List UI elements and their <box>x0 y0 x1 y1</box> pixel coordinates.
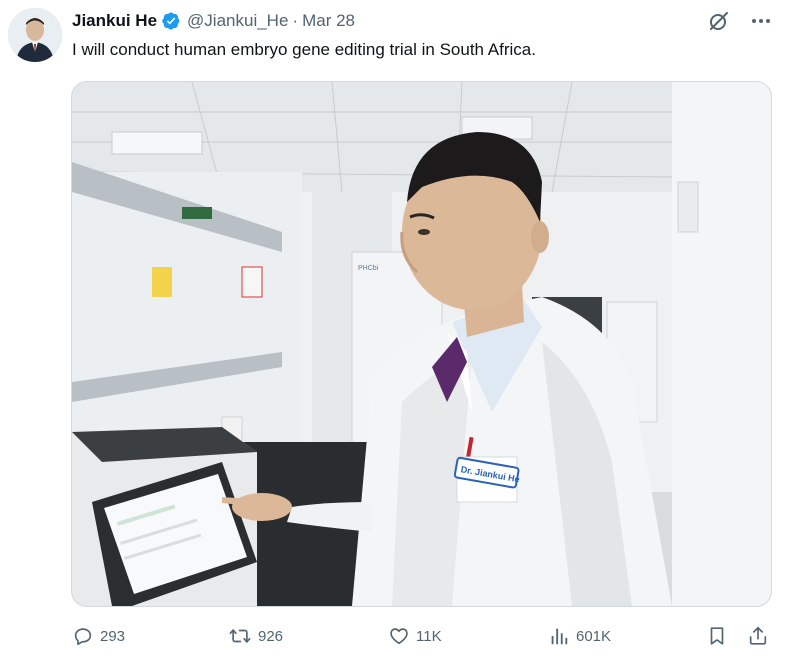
more-icon[interactable] <box>748 8 774 34</box>
tweet-action-bar: 293 926 11K 601K <box>72 622 772 650</box>
like-count: 11K <box>416 627 442 645</box>
retweet-button[interactable]: 926 <box>228 622 283 650</box>
tweet-text: I will conduct human embryo gene editing… <box>72 40 536 59</box>
tweet-date[interactable]: Mar 28 <box>302 11 355 31</box>
separator-dot: · <box>292 11 299 30</box>
share-button[interactable] <box>747 622 769 650</box>
grok-icon[interactable] <box>706 8 732 34</box>
freezer-brand-text: PHCbi <box>358 265 379 272</box>
bookmark-button[interactable] <box>706 622 728 650</box>
reply-count: 293 <box>100 627 126 645</box>
views-button[interactable]: 601K <box>548 622 611 650</box>
author-avatar[interactable] <box>8 8 62 62</box>
verified-badge-icon <box>161 11 181 31</box>
tweet-top-actions <box>706 8 774 34</box>
bookmark-icon <box>710 627 724 645</box>
retweet-count: 926 <box>258 627 284 645</box>
reply-button[interactable]: 293 <box>72 622 125 650</box>
lab-photo: PHCbi Dr. Jiankui He <box>72 82 771 606</box>
author-name[interactable]: Jiankui He <box>72 11 157 31</box>
author-handle[interactable]: @Jiankui_He <box>187 11 288 31</box>
views-count: 601K <box>576 627 612 645</box>
avatar-photo <box>8 8 62 62</box>
reply-icon <box>74 628 92 646</box>
heart-icon <box>390 628 408 645</box>
tweet-header: Jiankui He @Jiankui_He · Mar 28 <box>72 10 355 32</box>
like-button[interactable]: 11K <box>388 622 442 650</box>
views-chart-icon <box>551 628 568 645</box>
retweet-icon <box>229 629 251 643</box>
tweet-media-photo[interactable]: PHCbi Dr. Jiankui He <box>71 81 772 607</box>
share-icon <box>749 626 767 645</box>
